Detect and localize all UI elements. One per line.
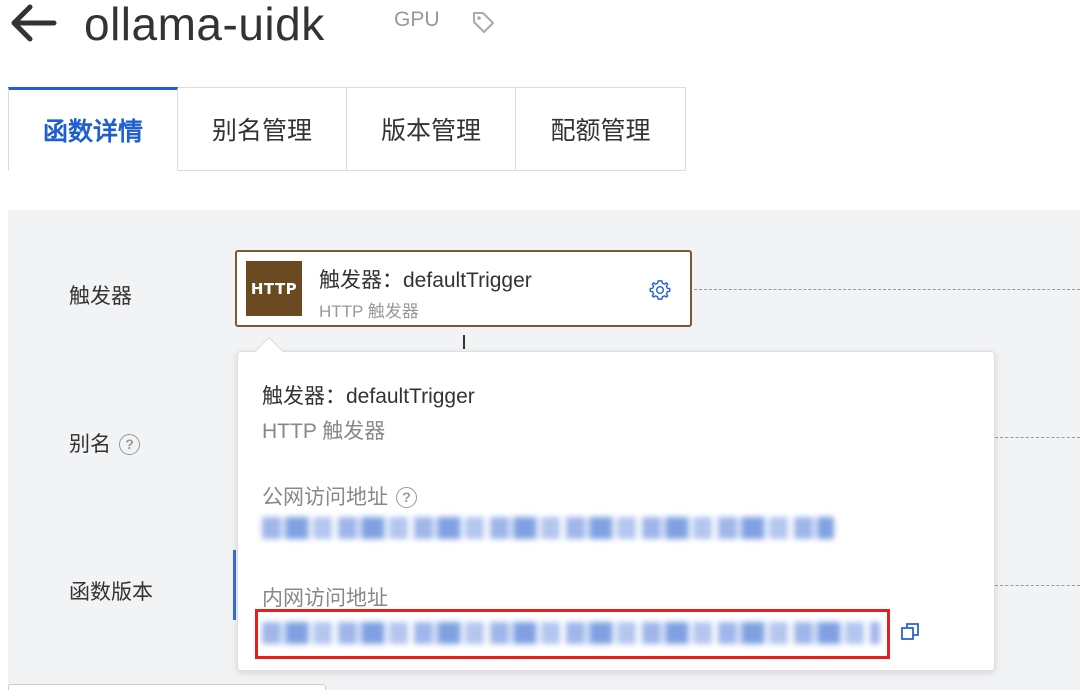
alias-connector-line (995, 437, 1080, 438)
help-icon[interactable]: ? (396, 487, 417, 508)
alias-row-label: 别名? (69, 428, 140, 458)
back-arrow-icon[interactable] (8, 2, 58, 44)
tab-quota-management[interactable]: 配额管理 (516, 87, 686, 171)
tab-function-details[interactable]: 函数详情 (8, 87, 178, 171)
trigger-card[interactable]: HTTP 触发器：defaultTrigger HTTP 触发器 (235, 250, 692, 327)
trigger-popover: 触发器：defaultTrigger HTTP 触发器 公网访问地址? 内网访问… (237, 351, 995, 671)
bottom-control[interactable] (8, 684, 326, 690)
page-title: ollama-uidk (84, 0, 325, 50)
tab-version-management[interactable]: 版本管理 (347, 87, 516, 171)
popover-title: 触发器：defaultTrigger (262, 385, 475, 408)
trigger-connector-line (694, 289, 1080, 290)
version-node-edge (233, 550, 236, 620)
version-row-label: 函数版本 (69, 581, 153, 604)
internal-url-label: 内网访问地址 (262, 587, 388, 610)
popover-subtitle: HTTP 触发器 (262, 420, 386, 443)
tab-alias-management[interactable]: 别名管理 (178, 87, 347, 171)
alias-label-text: 别名 (69, 433, 111, 456)
http-badge-icon: HTTP (246, 261, 302, 316)
trigger-type: HTTP 触发器 (319, 302, 419, 321)
public-url-link[interactable] (262, 517, 834, 539)
public-url-label: 公网访问地址? (262, 481, 417, 511)
trigger-row-label: 触发器 (69, 285, 132, 308)
tag-icon[interactable] (470, 9, 496, 35)
help-icon[interactable]: ? (119, 434, 140, 455)
tab-bar: 函数详情 别名管理 版本管理 配额管理 (8, 87, 686, 171)
version-connector-line (995, 585, 1080, 586)
gear-icon[interactable] (649, 279, 671, 301)
vertical-connector (463, 335, 465, 349)
highlight-annotation (255, 609, 890, 659)
copy-icon[interactable] (900, 622, 920, 642)
gpu-tag: GPU (394, 8, 440, 31)
public-url-label-text: 公网访问地址 (262, 486, 388, 509)
trigger-name: 触发器：defaultTrigger (319, 269, 532, 292)
